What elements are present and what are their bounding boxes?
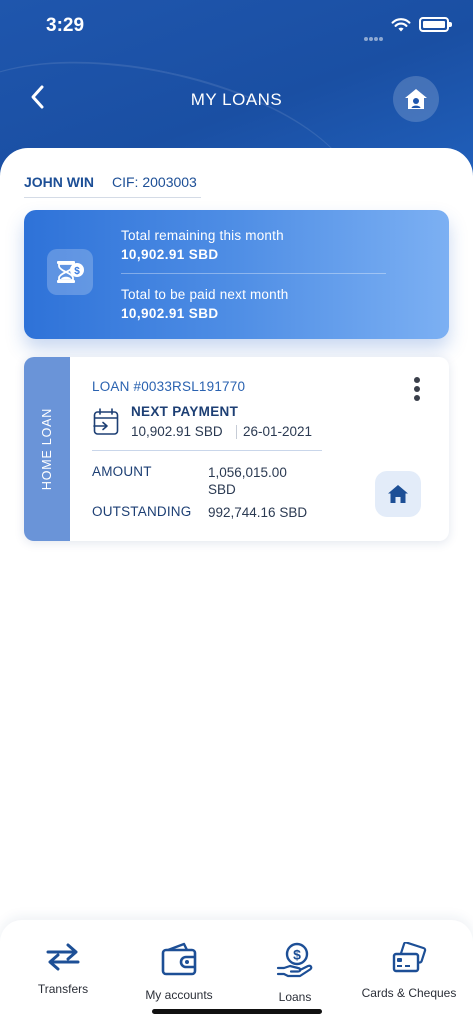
amount-value: 1,056,015.00 SBD xyxy=(208,464,287,498)
svg-text:$: $ xyxy=(74,266,80,277)
loan-summary-card: $ Total remaining this month 10,902.91 S… xyxy=(24,210,449,339)
loan-hand-coin-icon: $ xyxy=(276,942,313,978)
summary-divider xyxy=(121,273,386,274)
nav-label-my-accounts: My accounts xyxy=(145,988,213,1002)
amount-value-currency: SBD xyxy=(208,482,236,497)
next-payment-amount: 10,902.91 SBD xyxy=(131,424,223,439)
nav-label-cards-cheques: Cards & Cheques xyxy=(361,986,457,1000)
amount-label: AMOUNT xyxy=(92,464,152,479)
wifi-icon xyxy=(391,18,411,32)
home-button[interactable] xyxy=(393,76,439,122)
next-month-label: Total to be paid next month xyxy=(121,287,289,302)
nav-item-my-accounts[interactable]: My accounts xyxy=(136,942,222,1002)
outstanding-value: 992,744.16 SBD xyxy=(208,505,308,520)
cards-icon xyxy=(392,942,427,973)
loan-type-stripe: HOME LOAN xyxy=(24,357,70,541)
home-indicator xyxy=(152,1009,322,1014)
hourglass-dollar-icon: $ xyxy=(57,261,84,283)
more-options-button[interactable] xyxy=(410,377,424,405)
status-time: 3:29 xyxy=(46,15,85,36)
divider xyxy=(236,425,237,439)
transfer-arrows-icon xyxy=(46,943,80,971)
amount-value-number: 1,056,015.00 xyxy=(208,465,287,480)
calendar-icon xyxy=(93,408,119,435)
this-month-value: 10,902.91 SBD xyxy=(121,247,219,262)
home-icon xyxy=(405,89,427,109)
outstanding-label: OUTSTANDING xyxy=(92,504,192,519)
customer-info: JOHN WIN CIF: 2003003 xyxy=(24,174,201,198)
loan-number: LOAN #0033RSL191770 xyxy=(92,379,246,394)
customer-cif: CIF: 2003003 xyxy=(112,174,197,190)
nav-label-transfers: Transfers xyxy=(37,982,89,996)
loan-card[interactable]: HOME LOAN LOAN #0033RSL191770 NEXT PAYME… xyxy=(24,357,449,541)
status-bar: 3:29 xyxy=(0,0,473,50)
house-icon xyxy=(388,485,408,503)
svg-text:$: $ xyxy=(293,947,301,963)
nav-item-cards-cheques[interactable]: Cards & Cheques xyxy=(356,942,462,1002)
summary-icon-box: $ xyxy=(47,249,93,295)
signal-icon xyxy=(364,28,386,41)
battery-icon xyxy=(419,17,452,32)
nav-item-transfers[interactable]: Transfers xyxy=(24,942,102,1002)
customer-name: JOHN WIN xyxy=(24,174,94,190)
this-month-label: Total remaining this month xyxy=(121,228,284,243)
next-month-value: 10,902.91 SBD xyxy=(121,306,219,321)
next-payment-label: NEXT PAYMENT xyxy=(131,404,239,419)
next-payment-date: 26-01-2021 xyxy=(243,424,313,439)
wallet-icon xyxy=(161,942,197,976)
loan-divider xyxy=(92,450,322,451)
loan-type-home-button[interactable] xyxy=(375,471,421,517)
nav-item-loans[interactable]: $ Loans xyxy=(264,942,326,1004)
loan-type-label: HOME LOAN xyxy=(40,407,54,491)
nav-label-loans: Loans xyxy=(278,990,312,1004)
